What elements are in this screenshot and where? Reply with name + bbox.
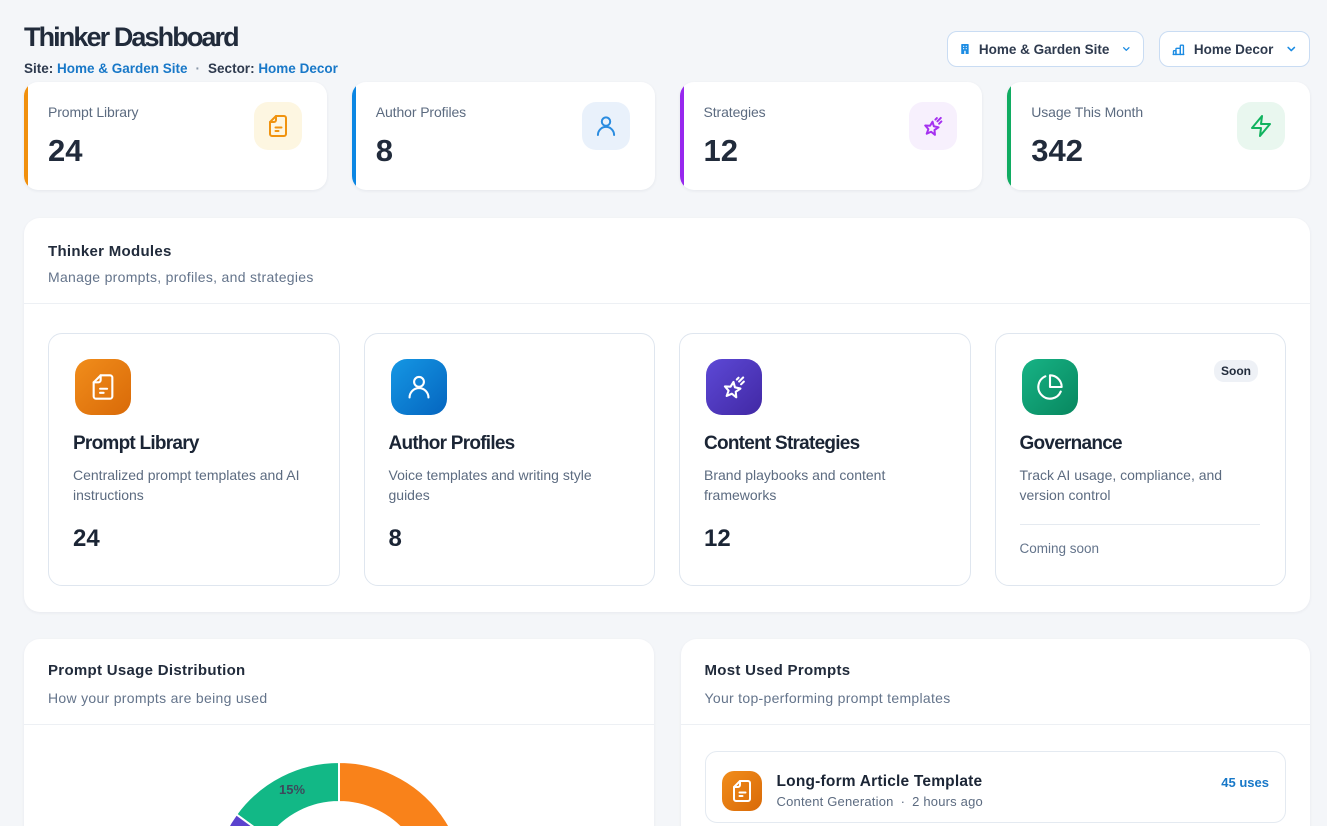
svg-text:15%: 15% (279, 782, 305, 797)
